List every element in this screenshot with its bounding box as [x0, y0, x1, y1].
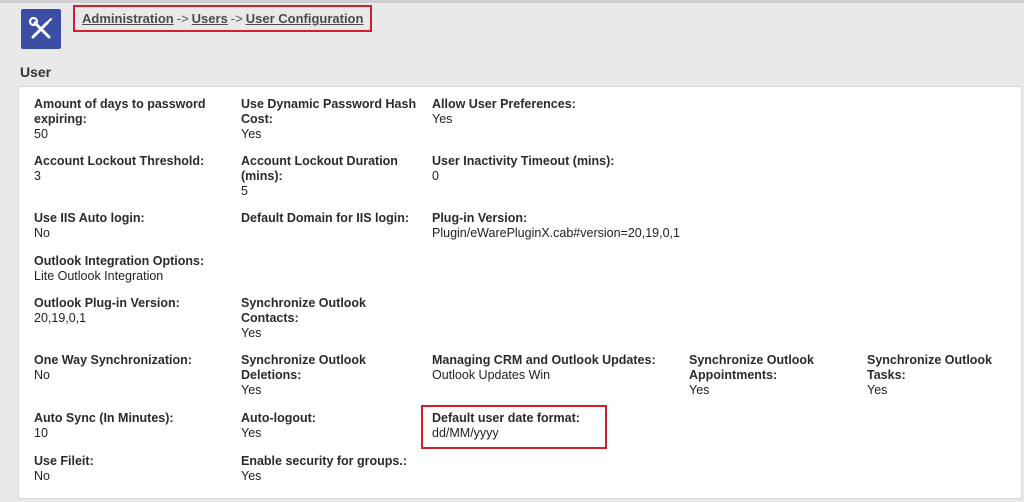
field-crm-outlook-updates: Managing CRM and Outlook Updates: Outloo… — [432, 353, 682, 383]
field-inactivity-timeout: User Inactivity Timeout (mins): 0 — [432, 154, 682, 184]
field-value: Yes — [867, 383, 888, 397]
field-sync-outlook-contacts: Synchronize Outlook Contacts: Yes — [241, 296, 401, 341]
field-value: 0 — [432, 169, 439, 183]
field-label: Synchronize Outlook Deletions: — [241, 353, 367, 382]
field-value: 10 — [34, 426, 48, 440]
field-outlook-integration-options: Outlook Integration Options: Lite Outloo… — [34, 254, 229, 284]
field-lockout-threshold: Account Lockout Threshold: 3 — [34, 154, 229, 184]
field-label: Default Domain for IIS login: — [241, 211, 410, 225]
field-plugin-version: Plug-in Version: Plugin/eWarePluginX.cab… — [432, 211, 732, 241]
field-label: Auto-logout: — [241, 411, 316, 425]
field-value: Plugin/eWarePluginX.cab#version=20,19,0,… — [432, 226, 680, 240]
field-value: 3 — [34, 169, 41, 183]
field-label: Enable security for groups.: — [241, 454, 408, 468]
field-allow-user-preferences: Allow User Preferences: Yes — [432, 97, 682, 127]
field-value: Yes — [241, 426, 262, 440]
field-outlook-plugin-version: Outlook Plug-in Version: 20,19,0,1 — [34, 296, 229, 326]
breadcrumb-user-configuration[interactable]: User Configuration — [246, 11, 364, 26]
highlight-box — [421, 405, 607, 449]
top-divider — [0, 0, 1024, 3]
field-value: 50 — [34, 127, 48, 141]
field-sync-outlook-tasks: Synchronize Outlook Tasks: Yes — [867, 353, 1012, 398]
section-title: User — [20, 64, 52, 80]
field-label: Use Fileit: — [34, 454, 94, 468]
field-dynamic-hash-cost: Use Dynamic Password Hash Cost: Yes — [241, 97, 426, 142]
field-sync-outlook-deletions: Synchronize Outlook Deletions: Yes — [241, 353, 401, 398]
field-auto-sync: Auto Sync (In Minutes): 10 — [34, 411, 229, 441]
breadcrumb-separator: -> — [230, 11, 243, 26]
field-value: No — [34, 226, 50, 240]
field-value: 5 — [241, 184, 248, 198]
field-label: Account Lockout Threshold: — [34, 154, 205, 168]
field-iis-auto-login: Use IIS Auto login: No — [34, 211, 229, 241]
field-label: Allow User Preferences: — [432, 97, 576, 111]
field-value: Outlook Updates Win — [432, 368, 551, 382]
field-value: Yes — [241, 326, 262, 340]
breadcrumb-administration[interactable]: Administration — [82, 11, 174, 26]
field-value: Yes — [241, 469, 262, 483]
field-label: Auto Sync (In Minutes): — [34, 411, 174, 425]
field-value: Lite Outlook Integration — [34, 269, 164, 283]
field-label: Synchronize Outlook Appointments: — [689, 353, 815, 382]
field-label: Plug-in Version: — [432, 211, 528, 225]
breadcrumb-separator: -> — [176, 11, 189, 26]
field-value: No — [34, 368, 50, 382]
field-label: Synchronize Outlook Contacts: — [241, 296, 367, 325]
field-label: Use Dynamic Password Hash Cost: — [241, 97, 417, 126]
field-password-expiry: Amount of days to password expiring: 50 — [34, 97, 219, 142]
field-value: Yes — [689, 383, 710, 397]
field-label: Amount of days to password expiring: — [34, 97, 206, 126]
breadcrumb: Administration -> Users -> User Configur… — [73, 5, 372, 32]
field-label: One Way Synchronization: — [34, 353, 192, 367]
field-label: Account Lockout Duration (mins): — [241, 154, 398, 183]
field-value: 20,19,0,1 — [34, 311, 87, 325]
field-label: Outlook Plug-in Version: — [34, 296, 180, 310]
field-sync-outlook-appointments: Synchronize Outlook Appointments: Yes — [689, 353, 849, 398]
field-label: Use IIS Auto login: — [34, 211, 145, 225]
field-label: Synchronize Outlook Tasks: — [867, 353, 993, 382]
field-value: Yes — [241, 383, 262, 397]
field-value: Yes — [432, 112, 453, 126]
field-label: User Inactivity Timeout (mins): — [432, 154, 615, 168]
field-label: Managing CRM and Outlook Updates: — [432, 353, 656, 367]
field-lockout-duration: Account Lockout Duration (mins): 5 — [241, 154, 421, 199]
field-value: No — [34, 469, 50, 483]
field-auto-logout: Auto-logout: Yes — [241, 411, 421, 441]
field-label: Outlook Integration Options: — [34, 254, 205, 268]
field-iis-domain: Default Domain for IIS login: — [241, 211, 426, 226]
breadcrumb-users[interactable]: Users — [192, 11, 228, 26]
field-use-fileit: Use Fileit: No — [34, 454, 229, 484]
tools-icon — [21, 9, 61, 49]
field-value: Yes — [241, 127, 262, 141]
field-group-security: Enable security for groups.: Yes — [241, 454, 426, 484]
field-one-way-sync: One Way Synchronization: No — [34, 353, 229, 383]
